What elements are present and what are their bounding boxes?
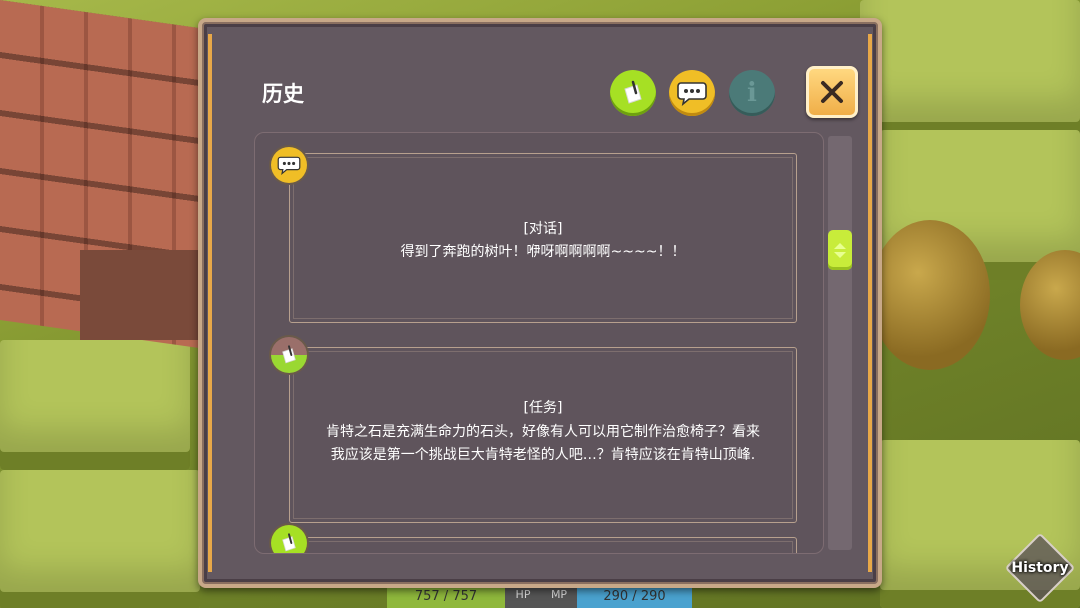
quill-paper-icon — [282, 533, 296, 552]
status-bar: 757 / 757 HP MP 290 / 290 — [387, 586, 692, 608]
entry-frame — [289, 537, 797, 553]
entry-type-label: [对话] — [523, 221, 563, 237]
tab-info[interactable]: i — [729, 70, 775, 116]
list-item: [对话] 得到了奔跑的树叶！咿呀啊啊啊啊~~~~！！ — [289, 153, 797, 323]
scroll-up-icon — [834, 242, 846, 249]
info-icon: i — [747, 78, 757, 108]
entry-avatar — [271, 525, 307, 553]
speech-bubble-icon — [277, 156, 301, 175]
tab-dialog[interactable] — [669, 70, 715, 116]
history-button-label: History — [1011, 560, 1069, 576]
panel-rail-left — [208, 34, 212, 572]
list-item — [289, 537, 797, 553]
entry-avatar — [271, 337, 307, 373]
tab-quest[interactable] — [610, 70, 656, 116]
history-list[interactable]: [对话] 得到了奔跑的树叶！咿呀啊啊啊啊~~~~！！ [任务] 肯特之石是充满生… — [254, 132, 824, 554]
house-wall — [80, 250, 210, 340]
entry-avatar — [271, 147, 307, 183]
panel-rail-right — [868, 34, 872, 572]
mp-value: 290 / 290 — [577, 586, 692, 608]
entry-text: 得到了奔跑的树叶！咿呀啊啊啊啊~~~~！！ — [400, 244, 686, 260]
grass-block — [860, 0, 1080, 140]
hp-label: HP — [505, 586, 541, 608]
mp-label: MP — [541, 586, 577, 608]
history-panel: 历史 i [对话] 得到了奔跑的树叶！咿呀啊啊啊啊~~~~！！ [任务] 肯特之… — [198, 18, 882, 588]
entry-text: 我应该是第一个挑战巨大肯特老怪的人吧…？肯特应该在肯特山顶峰. — [330, 447, 756, 463]
scrollbar-track[interactable] — [828, 136, 852, 550]
tree-foliage — [870, 220, 990, 370]
hp-value: 757 / 757 — [387, 586, 505, 608]
close-icon — [821, 81, 843, 103]
quill-paper-icon — [282, 345, 296, 364]
entry-type-label: [任务] — [523, 400, 563, 416]
entry-text: 肯特之石是充满生命力的石头，好像有人可以用它制作治愈椅子？看来 — [326, 424, 760, 440]
grass-block — [0, 340, 190, 470]
scroll-down-icon — [834, 251, 846, 258]
panel-title: 历史 — [262, 82, 304, 106]
scrollbar-thumb[interactable] — [828, 230, 852, 270]
list-item: [任务] 肯特之石是充满生命力的石头，好像有人可以用它制作治愈椅子？看来 我应该… — [289, 347, 797, 523]
grass-block — [0, 470, 200, 608]
quill-paper-icon — [624, 80, 642, 104]
speech-bubble-icon — [677, 82, 707, 106]
close-button[interactable] — [806, 66, 858, 118]
history-button[interactable]: History — [1003, 532, 1077, 604]
